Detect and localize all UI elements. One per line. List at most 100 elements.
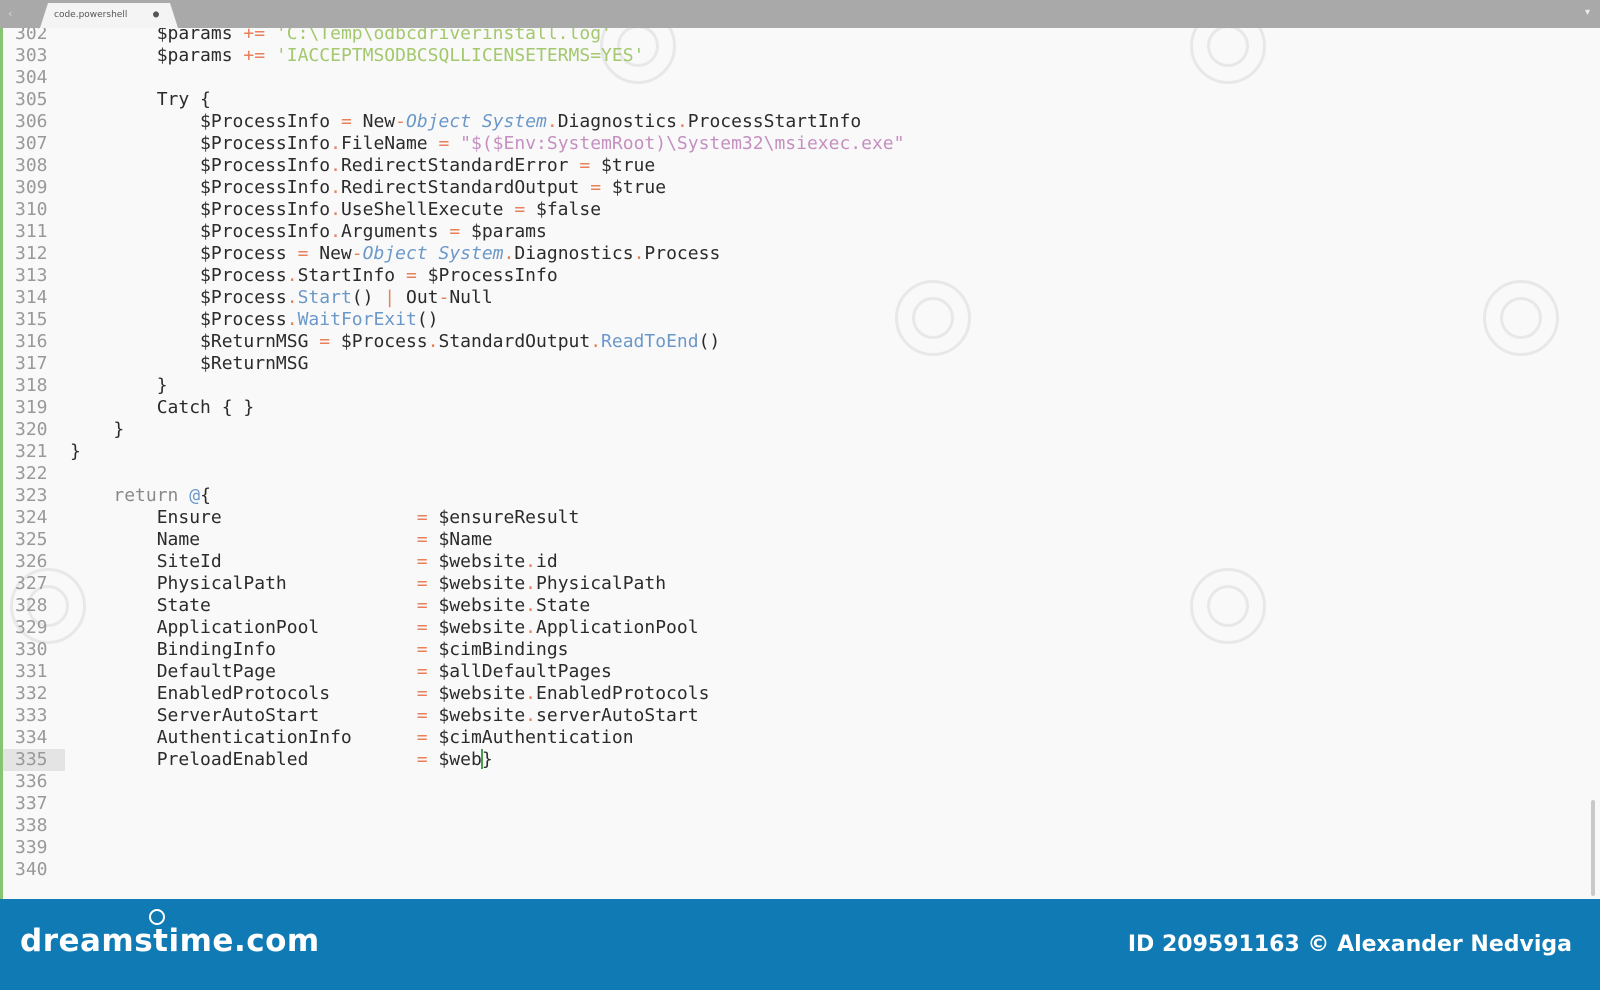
code-line[interactable]: 308 $ProcessInfo.RedirectStandardError =… [0,155,1585,177]
code-token: Arguments [340,221,450,242]
code-line[interactable]: 309 $ProcessInfo.RedirectStandardOutput … [0,177,1585,199]
code-text: BindingInfo = $cimBindings [70,639,569,661]
code-text: State = $website.State [70,595,591,617]
code-line[interactable]: 318 } [0,375,1585,397]
code-line[interactable]: 319 Catch { } [0,397,1585,419]
line-number: 315 [15,309,48,330]
code-token: StartInfo [297,265,406,286]
code-line[interactable]: 305 Try { [0,89,1585,111]
code-line[interactable]: 340 [0,859,1585,881]
code-line[interactable]: 303 $params += 'IACCEPTMSODBCSQLLICENSET… [0,45,1585,67]
code-line[interactable]: 337 [0,793,1585,815]
code-line[interactable]: 336 [0,771,1585,793]
code-token: . [525,617,537,638]
tab-menu-chevron-icon[interactable]: ▾ [1585,7,1590,18]
code-line[interactable]: 307 $ProcessInfo.FileName = "$($Env:Syst… [0,133,1585,155]
tab-scroll-left-icon[interactable]: ‹ [8,7,26,21]
line-number: 326 [15,551,48,572]
code-token: BindingInfo [70,639,417,660]
code-line[interactable]: 330 BindingInfo = $cimBindings [0,639,1585,661]
code-text: ServerAutoStart = $website.serverAutoSta… [70,705,699,727]
code-text: $Process.Start() | Out-Null [70,287,493,309]
line-number: 340 [15,859,48,880]
code-line[interactable]: 334 AuthenticationInfo = $cimAuthenticat… [0,727,1585,749]
line-number: 308 [15,155,48,176]
code-line[interactable]: 338 [0,815,1585,837]
code-token: Start [297,287,352,308]
line-number: 316 [15,331,48,352]
code-token: $params [70,28,244,44]
code-token: $Process [70,265,287,286]
code-token: } [70,419,125,440]
code-token: = [416,595,428,616]
code-line[interactable]: 314 $Process.Start() | Out-Null [0,287,1585,309]
code-line[interactable]: 329 ApplicationPool = $website.Applicati… [0,617,1585,639]
code-text: $ProcessInfo.RedirectStandardError = $tr… [70,155,655,177]
code-token: $Process [70,287,287,308]
code-token: . [525,573,537,594]
code-token: } [70,375,168,396]
code-line[interactable]: 327 PhysicalPath = $website.PhysicalPath [0,573,1585,595]
code-text: $params += 'IACCEPTMSODBCSQLLICENSETERMS… [70,45,645,67]
code-token: = [416,727,428,748]
code-token: $cimBindings [427,639,569,660]
code-line[interactable]: 317 $ReturnMSG [0,353,1585,375]
code-text: $ProcessInfo = New-Object System.Diagnos… [70,111,861,133]
tab-code-powershell[interactable]: code.powershell ● [40,3,178,28]
code-line[interactable]: 331 DefaultPage = $allDefaultPages [0,661,1585,683]
code-line[interactable]: 320 } [0,419,1585,441]
code-text: $ReturnMSG = $Process.StandardOutput.Rea… [70,331,720,353]
code-line[interactable]: 315 $Process.WaitForExit() [0,309,1585,331]
line-number: 319 [15,397,48,418]
line-number: 335 [3,749,65,771]
code-line[interactable]: 316 $ReturnMSG = $Process.StandardOutput… [0,331,1585,353]
code-line[interactable]: 312 $Process = New-Object System.Diagnos… [0,243,1585,265]
vertical-scrollbar-thumb[interactable] [1591,800,1595,896]
code-token: = [416,529,428,550]
code-line[interactable]: 323 return @{ [0,485,1585,507]
code-line[interactable]: 310 $ProcessInfo.UseShellExecute = $fals… [0,199,1585,221]
code-token: PhysicalPath [536,573,667,594]
code-line[interactable]: 335 PreloadEnabled = $web} [0,749,1585,771]
code-line[interactable]: 325 Name = $Name [0,529,1585,551]
code-text: $params += 'C:\Temp\odbcdriverinstall.lo… [70,28,612,45]
code-token: = [416,683,428,704]
code-token: @ [189,485,201,506]
code-line[interactable]: 322 [0,463,1585,485]
code-token: $ProcessInfo [70,155,331,176]
code-line[interactable]: 304 [0,67,1585,89]
code-token: $Name [427,529,493,550]
code-token: New [351,111,396,132]
code-editor[interactable]: 302 $params += 'C:\Temp\odbcdriverinstal… [0,28,1600,899]
code-line[interactable]: 339 [0,837,1585,859]
line-number: 321 [15,441,48,462]
code-line[interactable]: 333 ServerAutoStart = $website.serverAut… [0,705,1585,727]
code-token: . [286,265,298,286]
code-token: Object System [405,111,547,132]
code-line[interactable]: 302 $params += 'C:\Temp\odbcdriverinstal… [0,28,1585,45]
code-line[interactable]: 313 $Process.StartInfo = $ProcessInfo [0,265,1585,287]
code-line[interactable]: 306 $ProcessInfo = New-Object System.Dia… [0,111,1585,133]
code-token: $ReturnMSG [70,331,320,352]
code-line[interactable]: 311 $ProcessInfo.Arguments = $params [0,221,1585,243]
line-number: 302 [15,28,48,44]
code-line[interactable]: 321} [0,441,1585,463]
code-line[interactable]: 326 SiteId = $website.id [0,551,1585,573]
stock-logo-spiral-icon [149,909,165,925]
unsaved-dot-icon[interactable]: ● [153,9,159,20]
code-token: $ReturnMSG [70,353,309,374]
code-token: WaitForExit [297,309,417,330]
code-text: EnabledProtocols = $website.EnabledProto… [70,683,710,705]
code-token: . [503,243,515,264]
code-token: += [243,45,266,66]
code-line[interactable]: 324 Ensure = $ensureResult [0,507,1585,529]
code-token: = [416,705,428,726]
code-token: $Process [70,243,298,264]
code-token: "$($Env:SystemRoot)\System32\msiexec.exe… [460,133,905,154]
code-line[interactable]: 332 EnabledProtocols = $website.EnabledP… [0,683,1585,705]
line-number: 312 [15,243,48,264]
line-number: 329 [15,617,48,638]
code-token: = [416,573,428,594]
code-line[interactable]: 328 State = $website.State [0,595,1585,617]
